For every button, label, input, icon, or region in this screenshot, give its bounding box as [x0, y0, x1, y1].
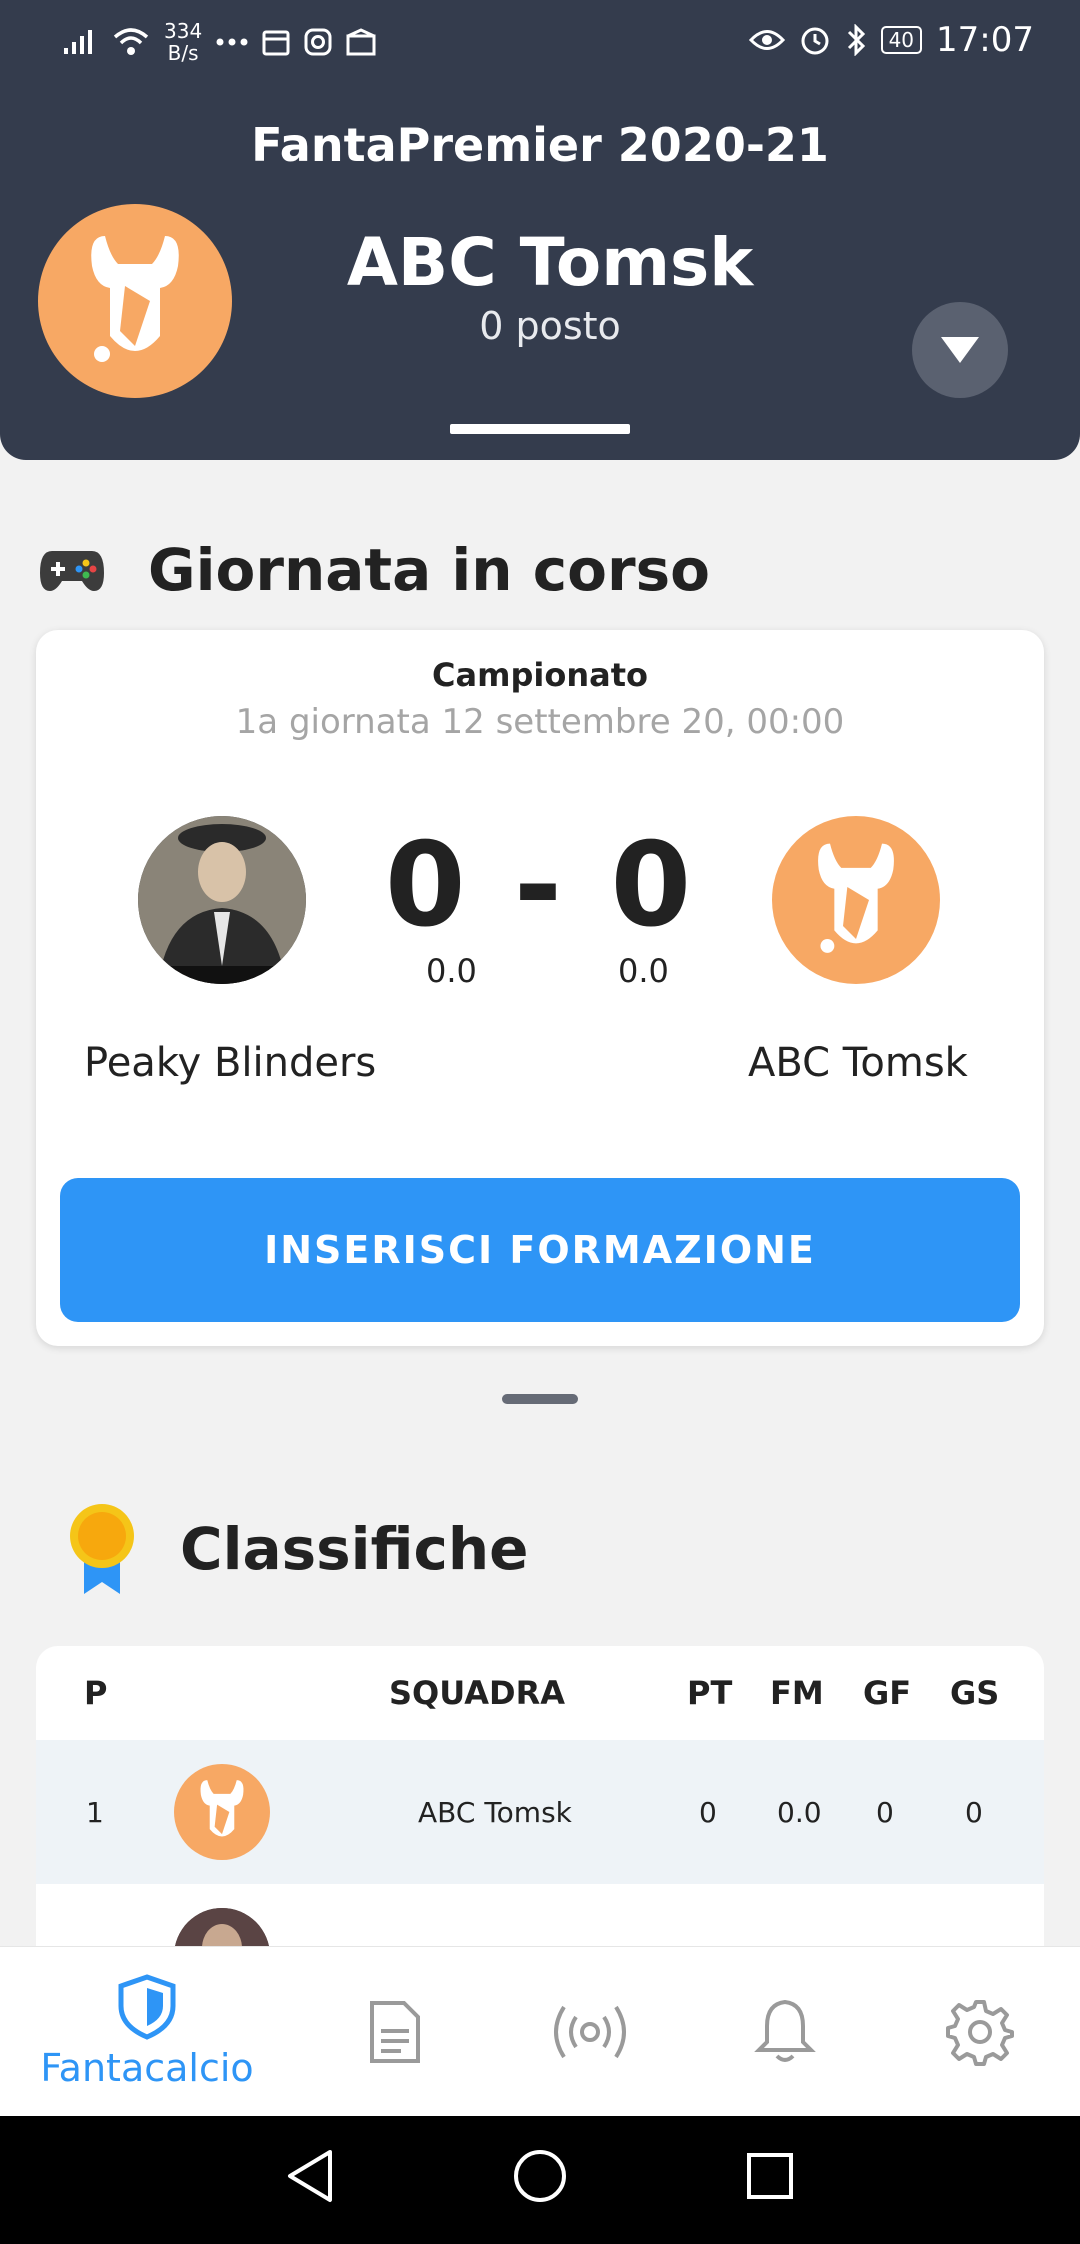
standings-table: P SQUADRA PT FM GF GS 1 ABC Tomsk 0 0.0 … — [36, 1646, 1044, 1946]
status-time: 17:07 — [936, 20, 1034, 60]
competition-name: Campionato — [432, 656, 648, 694]
medal-icon — [70, 1504, 134, 1594]
wifi-icon — [113, 28, 149, 55]
col-gs: GS — [950, 1674, 1000, 1712]
col-pt: PT — [687, 1674, 733, 1712]
trophy-player-icon — [818, 843, 894, 953]
trophy-player-icon — [200, 1780, 244, 1837]
nav-documents[interactable] — [340, 1947, 450, 2117]
back-icon[interactable] — [284, 2146, 336, 2206]
section-drag-handle[interactable] — [502, 1394, 578, 1404]
col-pos: P — [84, 1674, 108, 1712]
standings-heading: Classifiche — [66, 1502, 529, 1596]
header-page-indicator — [450, 424, 630, 434]
round-info: 1a giornata 12 settembre 20, 00:00 — [235, 702, 845, 742]
signal-icon — [64, 30, 92, 54]
table-header: P SQUADRA PT FM GF GS — [36, 1646, 1044, 1740]
instagram-icon — [304, 28, 332, 56]
recents-icon[interactable] — [744, 2146, 796, 2206]
triangle-down-icon — [941, 337, 979, 363]
match-card[interactable]: Campionato 1a giornata 12 settembre 20, … — [36, 630, 1044, 1346]
home-icon[interactable] — [512, 2146, 568, 2206]
home-points: 0.0 — [426, 952, 477, 990]
document-icon — [370, 2001, 420, 2063]
row-team-logo — [174, 1908, 270, 1946]
current-round-heading: Giornata in corso — [38, 536, 710, 604]
eye-icon — [748, 30, 785, 50]
col-team: SQUADRA — [389, 1674, 565, 1712]
col-gf: GF — [863, 1674, 912, 1712]
section-title: Classifiche — [180, 1515, 529, 1583]
nav-notifications[interactable] — [730, 1947, 840, 2117]
row-gs: 0 — [965, 1796, 983, 1829]
network-speed: 334 B/s — [164, 19, 203, 65]
home-team-name: Peaky Blinders — [84, 1040, 377, 1086]
league-title: FantaPremier 2020-21 — [251, 118, 829, 172]
status-bar: 334 B/s 40 17:07 — [0, 0, 1080, 86]
bluetooth-icon — [847, 24, 865, 56]
system-navigation-bar — [0, 2116, 1080, 2244]
row-pos: 1 — [86, 1796, 104, 1829]
away-points: 0.0 — [618, 952, 669, 990]
alarm-icon — [801, 27, 829, 55]
team-name: ABC Tomsk — [346, 224, 754, 301]
nav-label: Fantacalcio — [40, 2046, 254, 2090]
nav-live[interactable] — [530, 1947, 650, 2117]
table-row[interactable]: 1 ABC Tomsk 0 0.0 0 0 — [36, 1740, 1044, 1884]
broadcast-icon — [554, 2005, 626, 2059]
insert-lineup-button[interactable]: INSERISCI FORMAZIONE — [60, 1178, 1020, 1322]
row-fm: 0.0 — [777, 1796, 822, 1829]
gear-icon — [946, 2000, 1014, 2066]
bottom-navigation: Fantacalcio — [0, 1946, 1080, 2116]
col-fm: FM — [770, 1674, 824, 1712]
player-photo-icon — [175, 1908, 269, 1946]
nav-settings[interactable] — [925, 1947, 1035, 2117]
mail-icon — [346, 28, 376, 56]
more-icon — [216, 38, 248, 46]
shield-icon — [118, 1974, 176, 2040]
nav-fantacalcio[interactable]: Fantacalcio — [36, 1947, 258, 2117]
row-gf: 0 — [876, 1796, 894, 1829]
away-team-logo — [772, 816, 940, 984]
battery-indicator: 40 — [880, 26, 923, 54]
row-pt: 0 — [699, 1796, 717, 1829]
team-dropdown-button[interactable] — [912, 302, 1008, 398]
row-team: ABC Tomsk — [418, 1796, 572, 1829]
row-team-logo — [174, 1764, 270, 1860]
calendar-icon — [262, 30, 290, 56]
section-title: Giornata in corso — [148, 536, 710, 604]
away-team-name: ABC Tomsk — [748, 1040, 968, 1086]
bell-icon — [754, 1999, 816, 2062]
table-row[interactable] — [36, 1884, 1044, 1946]
app-header: 334 B/s 40 17:07 FantaPremier 2020-21 ABC… — [0, 0, 1080, 460]
gamepad-icon — [40, 551, 104, 591]
